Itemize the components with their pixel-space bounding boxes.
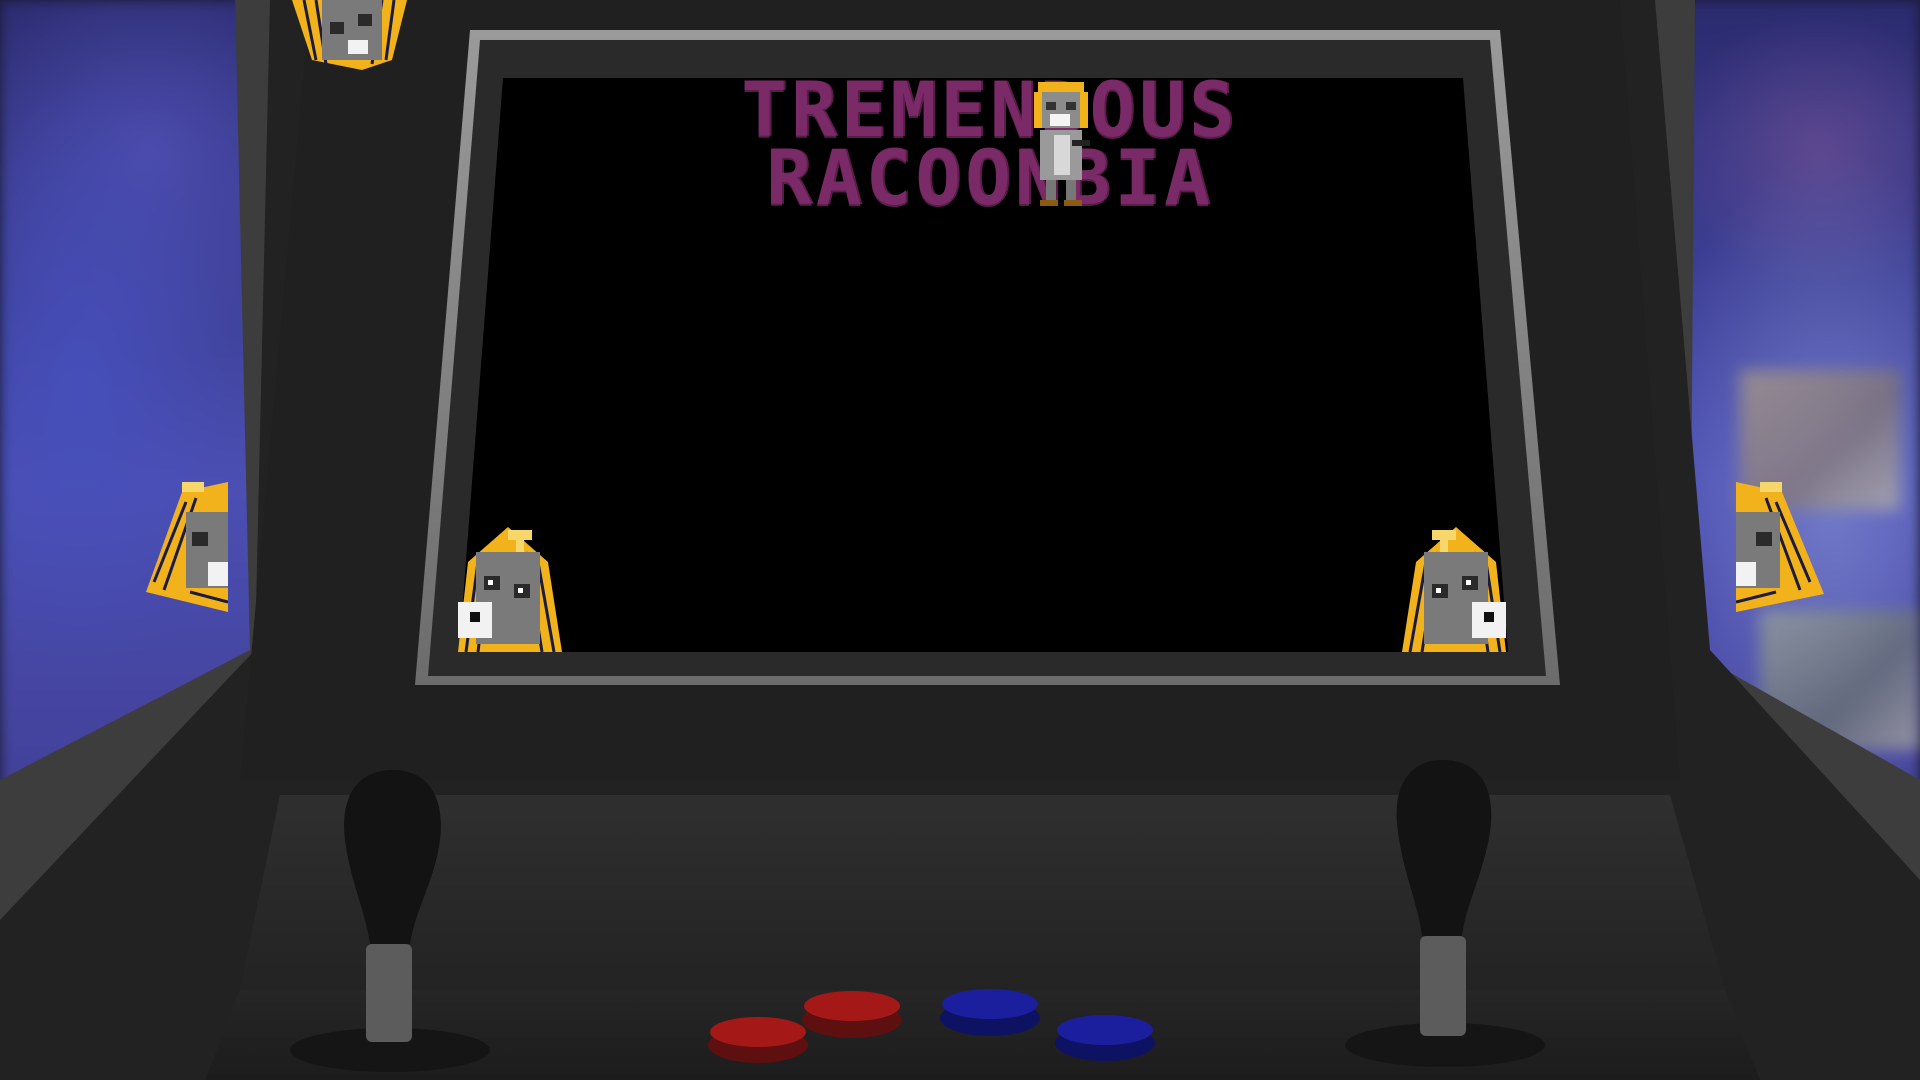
right-joystick-shaft (1420, 936, 1466, 1036)
raccoon-pharaoh-icon (146, 482, 228, 612)
control-panel (240, 795, 1725, 990)
raccoon-pharaoh-icon (1736, 482, 1824, 612)
game-title-line2: RACOONBIA (766, 133, 1214, 222)
raccoon-player-sprite-icon (1034, 82, 1090, 206)
red-button-1[interactable] (708, 1017, 808, 1063)
red-button-2[interactable] (802, 991, 902, 1038)
left-joystick-shaft (366, 944, 412, 1042)
blue-button-2[interactable] (1055, 1015, 1155, 1061)
blue-button-1[interactable] (940, 989, 1040, 1036)
raccoon-pharaoh-icon (292, 0, 407, 70)
raccoon-pharaoh-icon (458, 527, 562, 652)
arcade-scene: TREMENDOUS RACOONBIA (0, 0, 1920, 1080)
raccoon-pharaoh-icon (1402, 527, 1506, 652)
